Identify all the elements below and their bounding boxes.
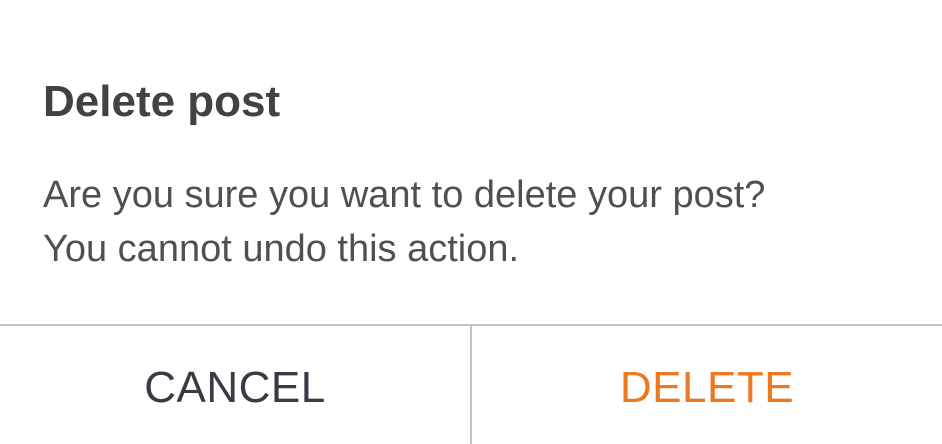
cancel-button[interactable]: CANCEL (0, 326, 472, 444)
dialog-button-bar: CANCEL DELETE (0, 324, 942, 444)
dialog-message-line-1: Are you sure you want to delete your pos… (43, 174, 766, 216)
delete-post-dialog: Delete post Are you sure you want to del… (0, 0, 942, 444)
dialog-message: Are you sure you want to delete your pos… (43, 168, 923, 276)
delete-button[interactable]: DELETE (472, 326, 942, 444)
dialog-title: Delete post (43, 77, 281, 126)
dialog-message-line-2: You cannot undo this action. (43, 228, 520, 270)
